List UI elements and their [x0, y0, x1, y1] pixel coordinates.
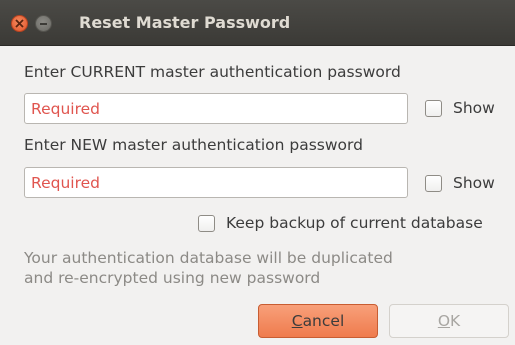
ok-button[interactable]: OK: [389, 304, 509, 338]
info-line-1: Your authentication database will be dup…: [24, 249, 393, 267]
cancel-mnemonic: C: [291, 312, 303, 330]
title-bar: Reset Master Password: [0, 0, 515, 46]
current-password-input[interactable]: [24, 93, 408, 124]
current-password-label: Enter CURRENT master authentication pass…: [24, 63, 401, 81]
ok-mnemonic: O: [437, 312, 451, 330]
cancel-button[interactable]: Cancel: [258, 304, 378, 338]
info-text: Your authentication database will be dup…: [24, 248, 393, 288]
info-line-2: and re-encrypted using new password: [24, 269, 321, 287]
cancel-label: ancel: [302, 312, 345, 330]
minimize-icon[interactable]: [35, 15, 52, 32]
keep-backup-label[interactable]: Keep backup of current database: [226, 214, 483, 232]
ok-label: K: [450, 312, 461, 330]
new-password-input[interactable]: [24, 167, 408, 198]
show-current-checkbox[interactable]: [425, 100, 442, 117]
window-title: Reset Master Password: [79, 13, 291, 32]
show-current-label[interactable]: Show: [453, 99, 495, 117]
show-new-label[interactable]: Show: [453, 174, 495, 192]
close-icon[interactable]: [11, 15, 28, 32]
keep-backup-checkbox[interactable]: [198, 215, 215, 232]
show-new-checkbox[interactable]: [425, 175, 442, 192]
new-password-label: Enter NEW master authentication password: [24, 136, 363, 154]
